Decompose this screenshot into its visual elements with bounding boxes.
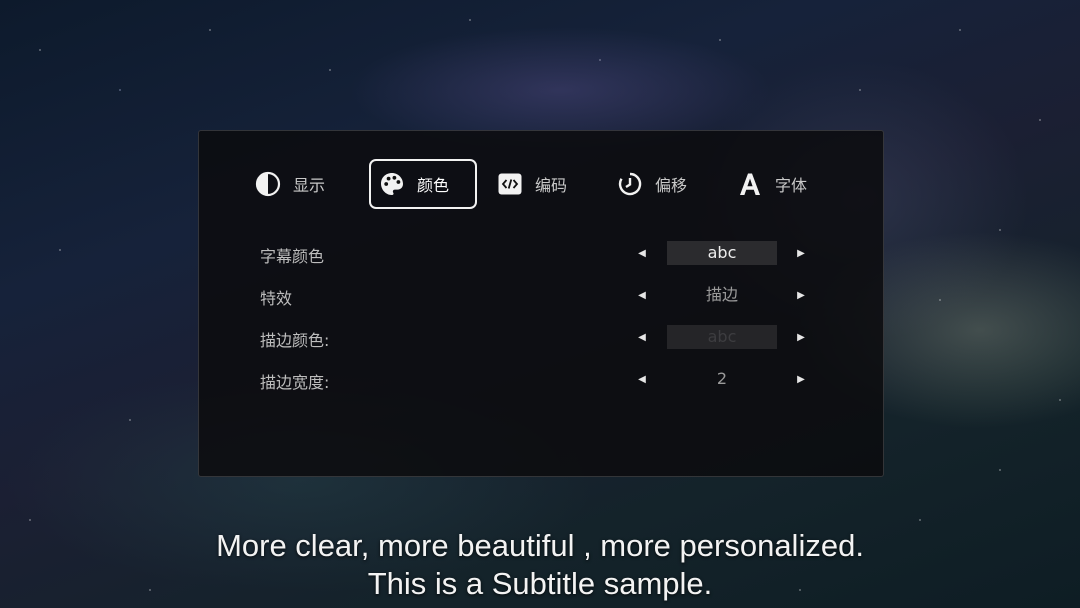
subtitle-sample-line: This is a Subtitle sample. [367, 566, 713, 601]
tab-label: 颜色 [417, 176, 450, 195]
tab-offset[interactable]: 偏移 [609, 159, 709, 209]
subtitle-sample-line: More clear, more beautiful , more person… [216, 528, 864, 563]
timer-icon [617, 171, 643, 197]
tab-encoding[interactable]: 编码 [489, 159, 589, 209]
previous-arrow-icon[interactable]: ◀ [634, 245, 650, 261]
next-arrow-icon[interactable]: ▶ [793, 287, 809, 303]
previous-arrow-icon[interactable]: ◀ [634, 287, 650, 303]
setting-value[interactable]: 描边 [667, 283, 777, 307]
subtitle-settings-panel: 显示 颜色 编码 偏移 字体 字幕颜色 ◀ abc ▶ 特效 ◀ 描边 ▶ 描边… [198, 130, 884, 477]
next-arrow-icon[interactable]: ▶ [793, 371, 809, 387]
setting-label: 字幕颜色 [260, 247, 325, 266]
previous-arrow-icon[interactable]: ◀ [634, 371, 650, 387]
setting-value[interactable]: abc [667, 241, 777, 265]
tab-color[interactable]: 颜色 [369, 159, 477, 209]
setting-row-effect: 特效 ◀ 描边 ▶ [199, 283, 883, 308]
setting-label: 特效 [260, 289, 293, 308]
setting-label: 描边宽度: [260, 373, 330, 392]
next-arrow-icon[interactable]: ▶ [793, 329, 809, 345]
setting-value[interactable]: 2 [667, 367, 777, 391]
settings-tabs: 显示 颜色 编码 偏移 字体 [199, 159, 883, 211]
tab-label: 编码 [535, 176, 568, 195]
setting-label: 描边颜色: [260, 331, 330, 350]
previous-arrow-icon[interactable]: ◀ [634, 329, 650, 345]
next-arrow-icon[interactable]: ▶ [793, 245, 809, 261]
setting-row-outline-color: 描边颜色: ◀ abc ▶ [199, 325, 883, 350]
code-icon [497, 171, 523, 197]
tab-label: 字体 [775, 176, 808, 195]
setting-value[interactable]: abc [667, 325, 777, 349]
tab-label: 显示 [293, 176, 326, 195]
tab-label: 偏移 [655, 176, 688, 195]
tab-font[interactable]: 字体 [729, 159, 829, 209]
setting-row-outline-width: 描边宽度: ◀ 2 ▶ [199, 367, 883, 392]
setting-row-subtitle-color: 字幕颜色 ◀ abc ▶ [199, 241, 883, 266]
palette-icon [379, 171, 405, 197]
font-icon [737, 171, 763, 197]
contrast-icon [255, 171, 281, 197]
tab-display[interactable]: 显示 [247, 159, 347, 209]
